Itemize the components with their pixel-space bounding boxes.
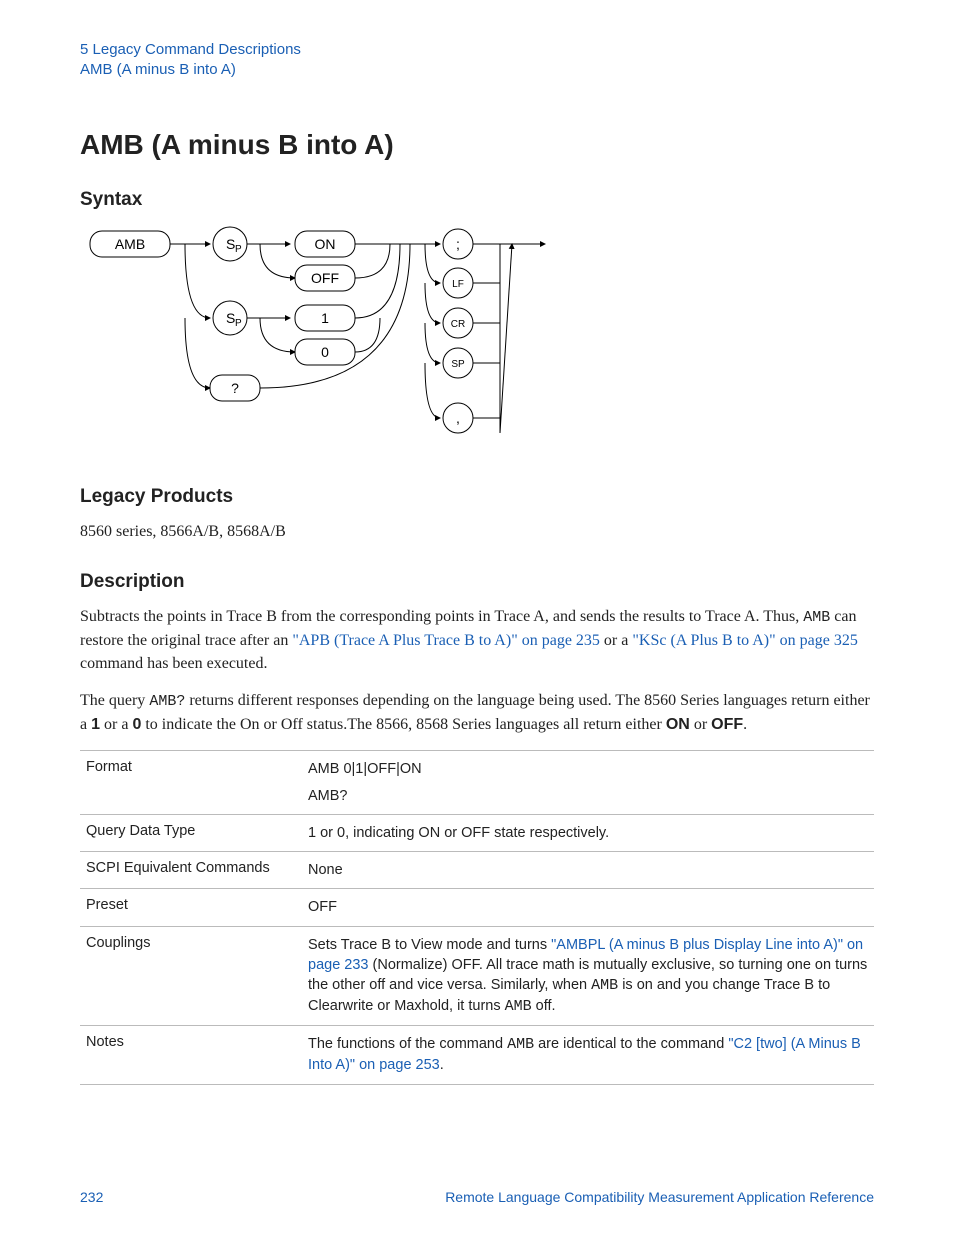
desc-p1-tail: command has been executed.	[80, 655, 267, 672]
desc-p1-pre: Subtracts the points in Trace B from the…	[80, 608, 803, 625]
desc-p2-ambq: AMB?	[149, 693, 185, 710]
desc-p1-join: or a	[600, 632, 632, 649]
diagram-question: ?	[231, 380, 239, 396]
row-querytype-label: Query Data Type	[80, 814, 302, 851]
table-row: Query Data Type 1 or 0, indicating ON or…	[80, 814, 874, 851]
diagram-on: ON	[315, 236, 336, 252]
diagram-sp-term: SP	[451, 359, 465, 370]
notes-pre: The functions of the command	[308, 1036, 507, 1052]
row-notes-value: The functions of the command AMB are ide…	[302, 1026, 874, 1084]
header-chapter: 5 Legacy Command Descriptions	[80, 40, 874, 60]
table-row: Format AMB 0|1|OFF|ON AMB?	[80, 751, 874, 815]
diagram-cr: CR	[451, 319, 465, 330]
diagram-semi: ;	[456, 236, 460, 252]
desc-off: OFF	[711, 716, 743, 733]
diagram-amb: AMB	[115, 236, 145, 252]
link-c2-b[interactable]: Into A)" on page 253	[308, 1057, 440, 1073]
table-row: SCPI Equivalent Commands None	[80, 852, 874, 889]
link-ksc[interactable]: "KSc (A Plus B to A)" on page 325	[632, 632, 858, 649]
row-notes-label: Notes	[80, 1026, 302, 1084]
book-title: Remote Language Compatibility Measuremen…	[445, 1189, 874, 1205]
diagram-zero: 0	[321, 344, 329, 360]
diagram-sp1-p: P	[235, 244, 242, 255]
row-format-label: Format	[80, 751, 302, 815]
desc-b1: 1	[91, 716, 100, 733]
link-ambpl-a[interactable]: "AMBPL (A minus B plus Display Line into…	[551, 937, 863, 953]
page-title: AMB (A minus B into A)	[80, 129, 874, 161]
page-footer: 232 Remote Language Compatibility Measur…	[80, 1189, 874, 1205]
notes-m1: AMB	[507, 1036, 534, 1053]
diagram-sp2-p: P	[235, 318, 242, 329]
diagram-one: 1	[321, 310, 329, 326]
row-couplings-value: Sets Trace B to View mode and turns "AMB…	[302, 926, 874, 1026]
row-scpi-value: None	[302, 852, 874, 889]
description-paragraph-2: The query AMB? returns different respons…	[80, 689, 874, 736]
table-row: Preset OFF	[80, 889, 874, 926]
coup-m1: AMB	[591, 977, 618, 994]
notes-mid1: are identical to the command	[534, 1036, 728, 1052]
page-header: 5 Legacy Command Descriptions AMB (A min…	[80, 40, 874, 79]
header-topic: AMB (A minus B into A)	[80, 60, 874, 80]
coup-pre: Sets Trace B to View mode and turns	[308, 937, 551, 953]
table-row: Notes The functions of the command AMB a…	[80, 1026, 874, 1084]
coup-m2: AMB	[505, 998, 532, 1015]
format-line1: AMB 0|1|OFF|ON	[308, 759, 868, 779]
syntax-heading: Syntax	[80, 189, 874, 211]
diagram-sp2-s: S	[226, 310, 235, 326]
desc-p2-tail: .	[743, 716, 747, 733]
legacy-products-heading: Legacy Products	[80, 486, 874, 508]
details-table: Format AMB 0|1|OFF|ON AMB? Query Data Ty…	[80, 750, 874, 1084]
link-apb-b[interactable]: page 235	[542, 632, 600, 649]
row-querytype-value: 1 or 0, indicating ON or OFF state respe…	[302, 814, 874, 851]
diagram-off: OFF	[311, 270, 339, 286]
page-number: 232	[80, 1189, 103, 1205]
description-paragraph-1: Subtracts the points in Trace B from the…	[80, 605, 874, 675]
link-apb-a[interactable]: "APB (Trace A Plus Trace B to A)" on	[292, 632, 541, 649]
row-format-value: AMB 0|1|OFF|ON AMB?	[302, 751, 874, 815]
row-preset-value: OFF	[302, 889, 874, 926]
format-line2: AMB?	[308, 786, 868, 806]
legacy-products-text: 8560 series, 8566A/B, 8568A/B	[80, 520, 874, 543]
diagram-comma: ,	[456, 410, 460, 426]
diagram-lf: LF	[452, 279, 464, 290]
link-c2-a[interactable]: "C2 [two] (A Minus B	[728, 1036, 860, 1052]
desc-on: ON	[666, 716, 690, 733]
desc-p2-mid2: to indicate the On or Off status.The 856…	[141, 716, 665, 733]
syntax-diagram: AMB S P ON ; OFF S P	[80, 223, 874, 458]
row-couplings-label: Couplings	[80, 926, 302, 1026]
desc-p2-or1: or a	[100, 716, 132, 733]
desc-p2-or2: or	[690, 716, 711, 733]
link-ambpl-b[interactable]: page 233	[308, 957, 368, 973]
desc-p2-pre: The query	[80, 692, 149, 709]
row-scpi-label: SCPI Equivalent Commands	[80, 852, 302, 889]
notes-tail: .	[440, 1057, 444, 1073]
row-preset-label: Preset	[80, 889, 302, 926]
desc-p1-amb: AMB	[803, 609, 830, 626]
table-row: Couplings Sets Trace B to View mode and …	[80, 926, 874, 1026]
diagram-sp1-s: S	[226, 236, 235, 252]
description-heading: Description	[80, 571, 874, 593]
coup-tail: off.	[532, 998, 556, 1014]
